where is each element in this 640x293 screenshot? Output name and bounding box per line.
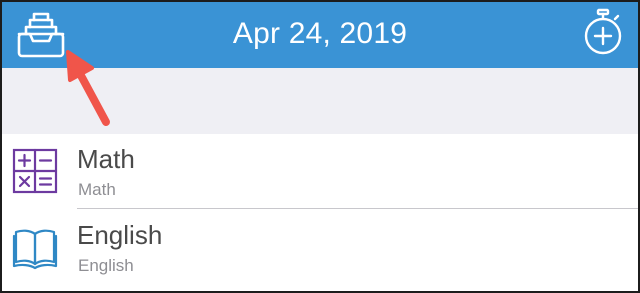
subject-subtitle: Math <box>78 180 116 199</box>
subject-title: English <box>77 220 163 250</box>
navigation-bar: Apr 24, 2019 <box>2 2 638 68</box>
section-spacer <box>2 68 638 134</box>
row-divider <box>77 208 638 209</box>
list-item-english[interactable]: English English <box>2 210 638 285</box>
subject-subtitle: English <box>78 256 134 275</box>
page-title: Apr 24, 2019 <box>232 17 408 50</box>
open-book-icon <box>12 229 58 270</box>
list-item-math[interactable]: Math Math <box>2 134 638 209</box>
calculator-grid-icon <box>12 148 58 194</box>
subject-title: Math <box>77 144 135 174</box>
add-timer-button[interactable] <box>582 8 624 56</box>
app-screen: Apr 24, 2019 Math Math English English <box>0 0 640 293</box>
stopwatch-plus-icon <box>584 8 622 55</box>
